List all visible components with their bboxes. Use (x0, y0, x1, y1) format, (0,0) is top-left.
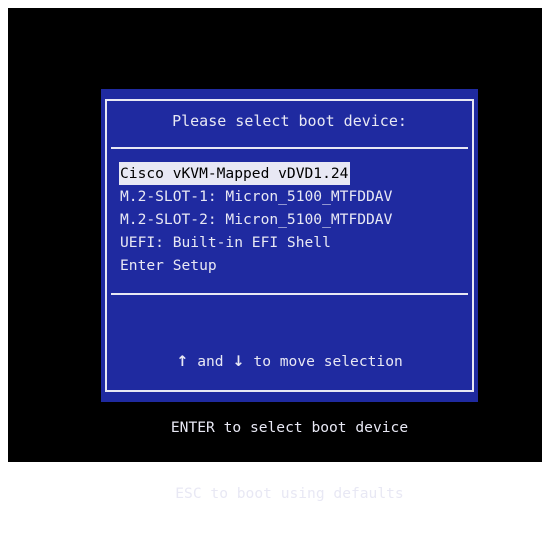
help-line-esc: ESC to boot using defaults (175, 485, 404, 502)
title-divider (111, 147, 468, 149)
down-arrow-icon: ↓ (232, 353, 245, 370)
help-move-text: to move selection (244, 353, 403, 370)
boot-item-enter-setup[interactable]: Enter Setup (119, 254, 219, 277)
boot-device-dialog: Please select boot device: Cisco vKVM-Ma… (101, 89, 478, 502)
help-and-text: and (188, 353, 233, 370)
boot-item-vkvm-dvd[interactable]: Cisco vKVM-Mapped vDVD1.24 (119, 162, 351, 185)
boot-item-m2-slot-1[interactable]: M.2-SLOT-1: Micron_5100_MTFDDAV (119, 185, 394, 208)
dialog-title: Please select boot device: (172, 112, 407, 130)
help-divider (111, 293, 468, 295)
up-arrow-icon: ↑ (176, 353, 189, 370)
boot-item-m2-slot-2[interactable]: M.2-SLOT-2: Micron_5100_MTFDDAV (119, 208, 394, 231)
boot-device-list: Cisco vKVM-Mapped vDVD1.24 M.2-SLOT-1: M… (119, 162, 394, 277)
boot-item-uefi-shell[interactable]: UEFI: Built-in EFI Shell (119, 231, 333, 254)
help-line-enter: ENTER to select boot device (170, 419, 409, 436)
help-line-navigate: ↑ and ↓ to move selection (101, 351, 478, 373)
console-screen: Please select boot device: Cisco vKVM-Ma… (8, 8, 542, 502)
help-text: ↑ and ↓ to move selection ENTER to selec… (101, 307, 478, 549)
